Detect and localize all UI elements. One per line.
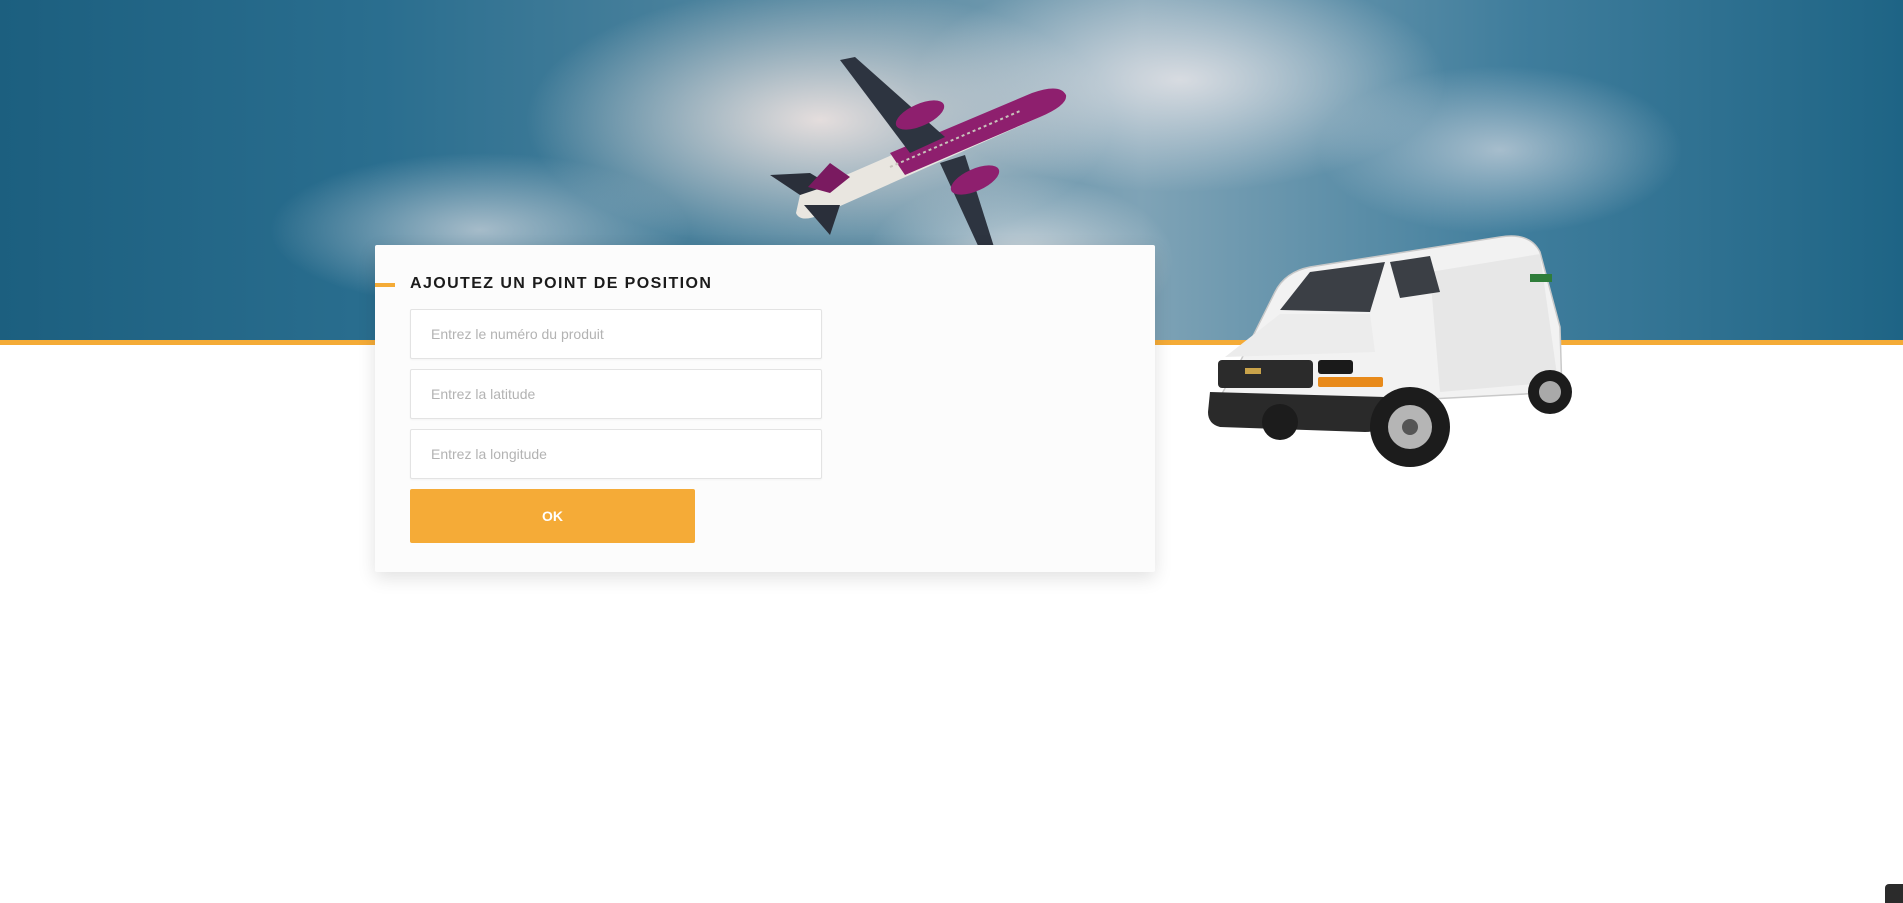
longitude-input[interactable] xyxy=(410,429,822,479)
page: AJOUTEZ UN POINT DE POSITION OK xyxy=(0,0,1903,903)
title-accent-bar xyxy=(375,283,395,287)
cargo-van-icon xyxy=(1208,235,1572,467)
add-position-card: AJOUTEZ UN POINT DE POSITION OK xyxy=(375,245,1155,572)
latitude-input[interactable] xyxy=(410,369,822,419)
product-number-input[interactable] xyxy=(410,309,822,359)
ok-button[interactable]: OK xyxy=(410,489,695,543)
form-title: AJOUTEZ UN POINT DE POSITION xyxy=(410,275,713,292)
airplane-icon xyxy=(770,57,1067,250)
corner-widget[interactable] xyxy=(1885,884,1903,903)
